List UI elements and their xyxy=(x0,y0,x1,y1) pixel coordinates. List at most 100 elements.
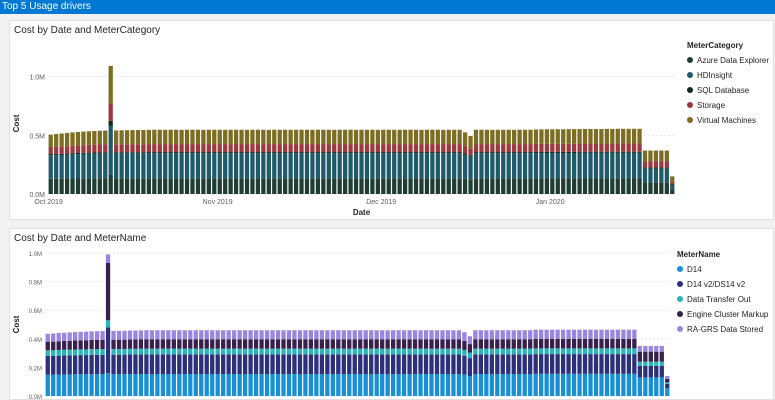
bar-segment xyxy=(642,168,648,183)
bar-segment xyxy=(539,178,544,194)
bar-segment xyxy=(217,178,222,194)
x-tick-label: Nov 2019 xyxy=(203,199,233,206)
bar-segment xyxy=(248,339,253,349)
bar-segment xyxy=(484,152,490,154)
bar-segment xyxy=(588,329,593,339)
bar-segment xyxy=(62,374,67,396)
bar-segment xyxy=(397,152,402,154)
bar-segment xyxy=(359,152,364,154)
bar-segment xyxy=(615,152,620,179)
bar-segment xyxy=(423,339,429,349)
bar-segment xyxy=(381,129,386,145)
bar-segment xyxy=(386,153,391,179)
bar-segment xyxy=(86,153,92,179)
meter-category-chart[interactable]: 0.0M 0.5M 1.0M Cost Oct 2019 Nov 2019 Dec 2019… xyxy=(10,21,774,220)
legend-marker xyxy=(687,102,693,108)
bar-segment xyxy=(484,348,489,355)
legend-title: MeterName xyxy=(677,250,721,259)
bar-segment xyxy=(473,178,479,194)
bar-segment xyxy=(144,348,149,355)
bar-segment xyxy=(643,351,648,362)
bar-segment xyxy=(445,348,451,355)
bar-segment xyxy=(610,178,615,194)
bar-segment xyxy=(64,154,70,179)
bar-segment xyxy=(577,338,582,349)
bar-segment xyxy=(501,144,506,153)
legend-label: D14 xyxy=(687,265,702,274)
bar-segment xyxy=(637,377,642,396)
bar-segment xyxy=(533,178,539,194)
bar-segment xyxy=(174,129,179,145)
bar-segment xyxy=(370,152,375,154)
bar-segment xyxy=(593,348,599,355)
meter-name-chart[interactable]: 0.0M 0.2M 0.4M 0.6M 0.8M 1.0M Cost MeterName D14… xyxy=(10,229,774,400)
bar-segment xyxy=(347,348,352,355)
bar-segment xyxy=(374,354,379,374)
bar-segment xyxy=(144,330,149,340)
bar-segment xyxy=(615,151,620,153)
bar-segment xyxy=(544,354,549,374)
bar-segment xyxy=(577,348,582,355)
meter-category-chart-panel[interactable]: Cost by Date and MeterCategory 0.0M 0.5M 1… xyxy=(9,20,774,220)
legend-label: HDInsight xyxy=(697,71,733,80)
bar-segment xyxy=(283,153,288,179)
legend-label: Azure Data Explorer xyxy=(697,56,769,65)
bar-segment xyxy=(108,103,113,121)
bar-segment xyxy=(190,153,195,179)
bar-segment xyxy=(310,129,315,145)
bar-segment xyxy=(577,143,582,152)
bar-segment xyxy=(168,152,173,154)
bar-segment xyxy=(288,129,293,145)
bar-segment xyxy=(163,152,168,154)
bar-segment xyxy=(566,338,571,349)
bar-segment xyxy=(390,339,396,349)
bar-segment xyxy=(550,152,555,179)
bar-segment xyxy=(67,332,72,341)
bar-segment xyxy=(445,354,451,374)
bar-segment xyxy=(204,354,209,374)
bar-segment xyxy=(250,129,255,145)
bar-segment xyxy=(146,178,151,194)
bar-segment xyxy=(539,329,544,339)
bar-segment xyxy=(528,178,533,194)
bar-segment xyxy=(281,330,286,340)
bar-segment xyxy=(648,377,653,396)
bar-segment xyxy=(130,153,135,179)
meter-name-chart-panel[interactable]: Cost by Date and MeterName 0.0M 0.2M 0.4M 0… xyxy=(9,228,774,400)
bar-segment xyxy=(259,373,264,396)
bar-segment xyxy=(171,330,176,340)
bar-segment xyxy=(212,129,217,145)
bar-segment xyxy=(413,152,419,154)
bar-segment xyxy=(396,339,401,349)
bar-segment xyxy=(664,182,669,194)
bar-segment xyxy=(401,348,407,355)
x-tick-label: Jan 2020 xyxy=(536,199,565,206)
bar-segment xyxy=(288,153,293,179)
bar-segment xyxy=(250,144,255,153)
bar-segment xyxy=(364,178,370,194)
bar-segment xyxy=(528,129,533,145)
bar-segment xyxy=(141,129,146,145)
bar-segment xyxy=(133,354,138,374)
bar-segment xyxy=(122,348,127,355)
bar-segment xyxy=(402,152,408,154)
bar-segment xyxy=(315,153,321,179)
bar-segment xyxy=(566,151,571,153)
bar-segment xyxy=(223,144,228,153)
bar-segment xyxy=(310,153,315,179)
bar-segment xyxy=(571,348,577,355)
bar-segment xyxy=(429,330,434,340)
bar-segment xyxy=(484,354,489,374)
bar-segment xyxy=(445,330,451,340)
bar-segment xyxy=(522,373,527,396)
bar-segment xyxy=(293,153,299,179)
bar-segment xyxy=(337,152,342,154)
bar-segment xyxy=(100,349,105,355)
bar-segment xyxy=(473,348,478,355)
bar-segment xyxy=(314,339,319,349)
bar-segment xyxy=(670,184,675,185)
bar-segment xyxy=(561,178,566,194)
bar-segment xyxy=(582,348,588,355)
bar-segment xyxy=(155,354,160,374)
bar-segment xyxy=(441,178,446,194)
